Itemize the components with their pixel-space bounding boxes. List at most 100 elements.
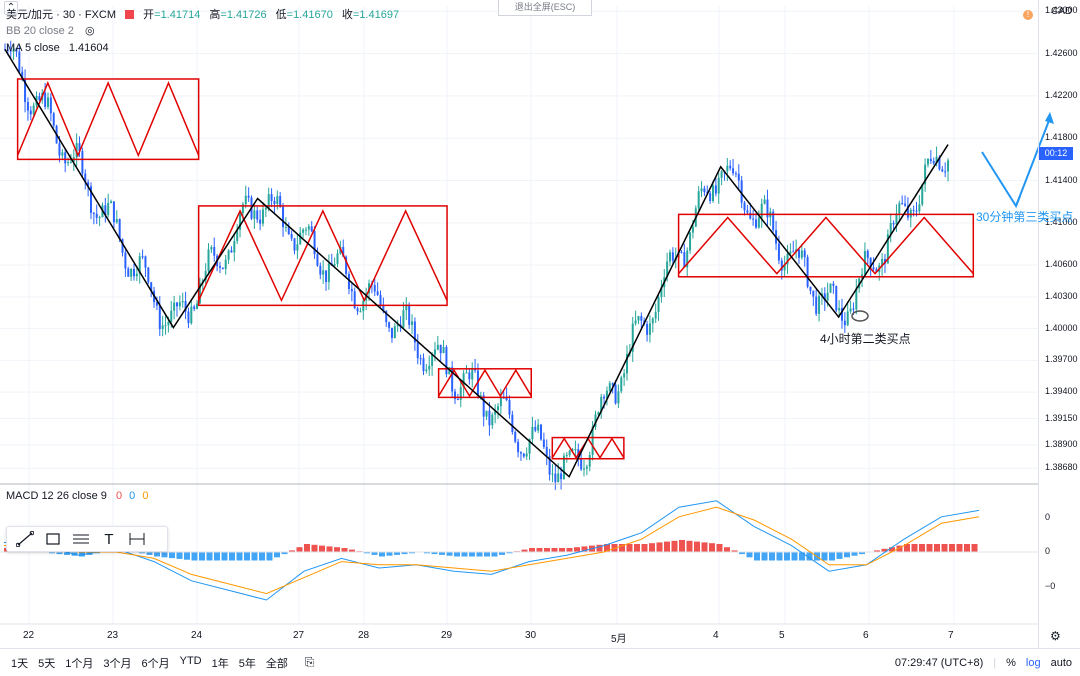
- time-axis[interactable]: 22 23 24 27 28 29 30 5月 4 5 6 7: [0, 626, 1038, 646]
- candle-body: [743, 202, 746, 211]
- candle-body: [167, 321, 170, 326]
- candle-body: [38, 96, 41, 101]
- timeframe-button[interactable]: 1年: [207, 655, 234, 671]
- candle-body: [307, 226, 310, 230]
- candle-body: [325, 270, 328, 282]
- candle-body: [64, 152, 67, 164]
- percent-toggle[interactable]: %: [1006, 657, 1016, 669]
- candle-body: [233, 241, 236, 253]
- alert-icon[interactable]: !: [1023, 10, 1033, 20]
- macd-histogram-bar: [236, 552, 243, 561]
- candle-body: [898, 203, 901, 214]
- candle-body: [611, 383, 614, 385]
- macd-histogram-bar: [664, 541, 670, 553]
- candle-body: [752, 218, 755, 220]
- macd-histogram-bar: [206, 552, 213, 561]
- settings-gear-icon[interactable]: ⚙: [1050, 629, 1061, 643]
- exit-fullscreen-button[interactable]: 退出全屏(ESC): [498, 0, 592, 16]
- macd-histogram-bar: [934, 544, 940, 553]
- candle-body: [296, 244, 299, 251]
- candle-body: [800, 250, 803, 258]
- candle-body: [732, 168, 735, 174]
- macd-histogram-bar: [784, 552, 790, 561]
- candle-body: [654, 311, 657, 319]
- candle-body: [542, 439, 545, 447]
- eye-off-icon[interactable]: ◎: [85, 25, 95, 37]
- timeframe-button[interactable]: 3个月: [98, 655, 136, 671]
- candle-body: [531, 426, 534, 440]
- date-range-icon[interactable]: ⎘: [305, 655, 315, 670]
- timeframe-button[interactable]: YTD: [175, 655, 207, 671]
- horizontal-lines-tool-icon[interactable]: [71, 530, 91, 548]
- candle-body: [373, 285, 376, 292]
- candle-body: [832, 283, 835, 286]
- candle-body: [158, 305, 161, 330]
- clock-label: 07:29:47 (UTC+8): [894, 656, 984, 669]
- candle-body: [918, 204, 921, 212]
- ma-legend[interactable]: MA 5 close 1.41604: [6, 42, 109, 54]
- macd-histogram-bar: [776, 552, 783, 561]
- third-buy-label: 30分钟第三类买点: [976, 210, 1074, 224]
- candle-body: [61, 152, 64, 156]
- candle-body: [720, 171, 723, 178]
- trend-line-tool-icon[interactable]: [15, 530, 35, 548]
- candle-body: [746, 210, 749, 213]
- candle-body: [319, 265, 322, 275]
- macd-histogram-bar: [844, 552, 850, 558]
- macd-histogram-bar: [469, 552, 475, 557]
- auto-toggle[interactable]: auto: [1051, 657, 1072, 669]
- timeframe-button[interactable]: 全部: [261, 655, 293, 671]
- candle-body: [18, 51, 21, 72]
- candle-body: [709, 193, 712, 201]
- candle-body: [118, 219, 121, 240]
- candle-body: [310, 226, 313, 232]
- candle-body: [829, 283, 832, 293]
- candle-body: [224, 259, 227, 269]
- candle-body: [588, 455, 591, 467]
- candle-body: [379, 294, 382, 305]
- candle-body: [608, 383, 611, 391]
- macd-histogram-bar: [911, 544, 918, 553]
- timeframe-button[interactable]: 6个月: [137, 655, 175, 671]
- candle-body: [388, 322, 391, 328]
- candle-body: [565, 455, 568, 457]
- candle-body: [929, 158, 932, 162]
- candle-body: [147, 267, 150, 283]
- candle-body: [175, 302, 178, 307]
- bb-legend[interactable]: BB 20 close 2 ◎: [6, 24, 95, 37]
- text-tool-icon[interactable]: T: [99, 530, 119, 548]
- time-tick-label: 24: [191, 630, 203, 641]
- log-toggle[interactable]: log: [1026, 657, 1041, 669]
- candle-body: [402, 310, 405, 328]
- measure-tool-icon[interactable]: [127, 530, 147, 548]
- candle-body: [244, 195, 247, 205]
- candle-body: [497, 406, 500, 411]
- candle-body: [826, 292, 829, 301]
- sub-stroke-line: [551, 437, 625, 460]
- timeframe-button[interactable]: 1个月: [60, 655, 98, 671]
- macd-histogram-bar: [791, 552, 798, 561]
- rectangle-tool-icon[interactable]: [43, 530, 63, 548]
- candle-body: [428, 365, 431, 370]
- candle-body: [411, 321, 414, 325]
- symbol-title[interactable]: 美元/加元 · 30 · FXCM: [6, 9, 116, 21]
- macd-histogram-bar: [259, 552, 265, 561]
- macd-legend[interactable]: MACD 12 26 close 9 0 0 0: [6, 490, 148, 502]
- candle-body: [777, 243, 780, 261]
- macd-histogram-bar: [379, 552, 385, 557]
- candle-body: [835, 285, 838, 311]
- candle-body: [130, 268, 133, 277]
- timeframe-button[interactable]: 5天: [33, 655, 60, 671]
- candle-body: [568, 450, 571, 456]
- candle-body: [218, 266, 221, 268]
- timeframe-button[interactable]: 1天: [6, 655, 33, 671]
- candle-body: [144, 256, 147, 268]
- candle-body: [273, 201, 276, 204]
- timeframe-button[interactable]: 5年: [234, 655, 261, 671]
- candle-body: [634, 320, 637, 324]
- macd-histogram-bar: [964, 544, 970, 553]
- price-axis[interactable]: CAD ! 1.43000 1.42600 1.42200 1.41800 1.4140…: [1023, 0, 1080, 648]
- candle-body: [456, 398, 459, 400]
- collapse-legend-icon[interactable]: ⌃: [4, 1, 18, 15]
- macd-histogram-bar: [926, 544, 933, 553]
